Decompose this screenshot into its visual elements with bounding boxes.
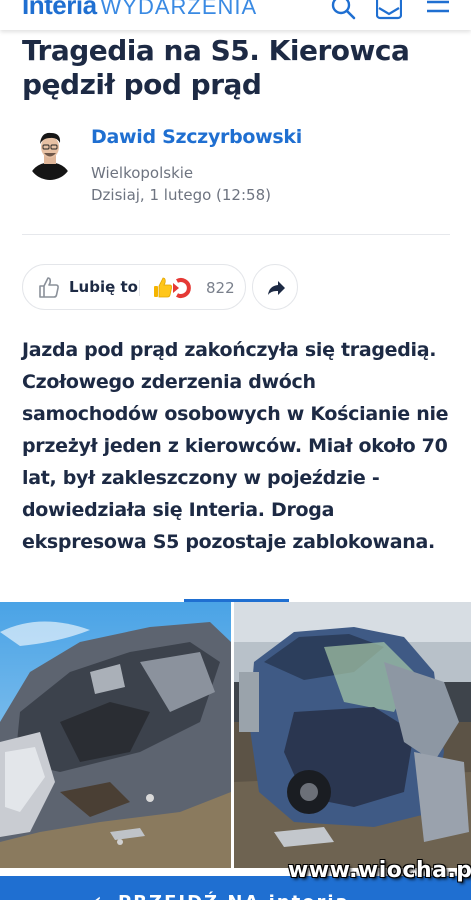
menu-icon[interactable] (425, 0, 451, 20)
pill-separator (139, 280, 140, 296)
article-title: Tragedia na S5. Kierowca pędził pod prąd (22, 34, 410, 101)
share-arrow-icon (268, 281, 285, 295)
reaction-count: 822 (206, 279, 235, 297)
section-name: WYDARZENIA (100, 0, 258, 19)
arrow-icon: ‹ (94, 890, 101, 900)
thumbs-up-icon (39, 277, 59, 298)
banner-cta: PRZEJDŹ NA interia (118, 892, 350, 900)
watermark: www.wiocha.pl (288, 858, 471, 883)
divider (22, 234, 450, 235)
site-logo[interactable]: Interia WYDARZENIA (22, 0, 257, 21)
article-lead: Jazda pod prąd zakończyła się tragedią. … (22, 339, 449, 553)
like-button[interactable]: Lubię to 822 (22, 264, 246, 310)
reaction-icons (154, 277, 191, 298)
search-icon[interactable] (330, 0, 356, 20)
mail-icon[interactable] (376, 0, 402, 20)
logo-text: Interia (22, 0, 97, 20)
author-name[interactable]: Dawid Szczyrbowski (91, 126, 302, 148)
publish-date: Dzisiaj, 1 lutego (12:58) (91, 186, 271, 204)
crash-photo-right[interactable] (234, 602, 471, 868)
share-button[interactable] (252, 264, 298, 310)
top-navigation-bar: Interia WYDARZENIA (0, 0, 471, 30)
like-label: Lubię to (69, 278, 138, 296)
author-region: Wielkopolskie (91, 164, 194, 182)
author-avatar[interactable] (27, 128, 73, 180)
crash-photo-left[interactable] (0, 602, 231, 868)
